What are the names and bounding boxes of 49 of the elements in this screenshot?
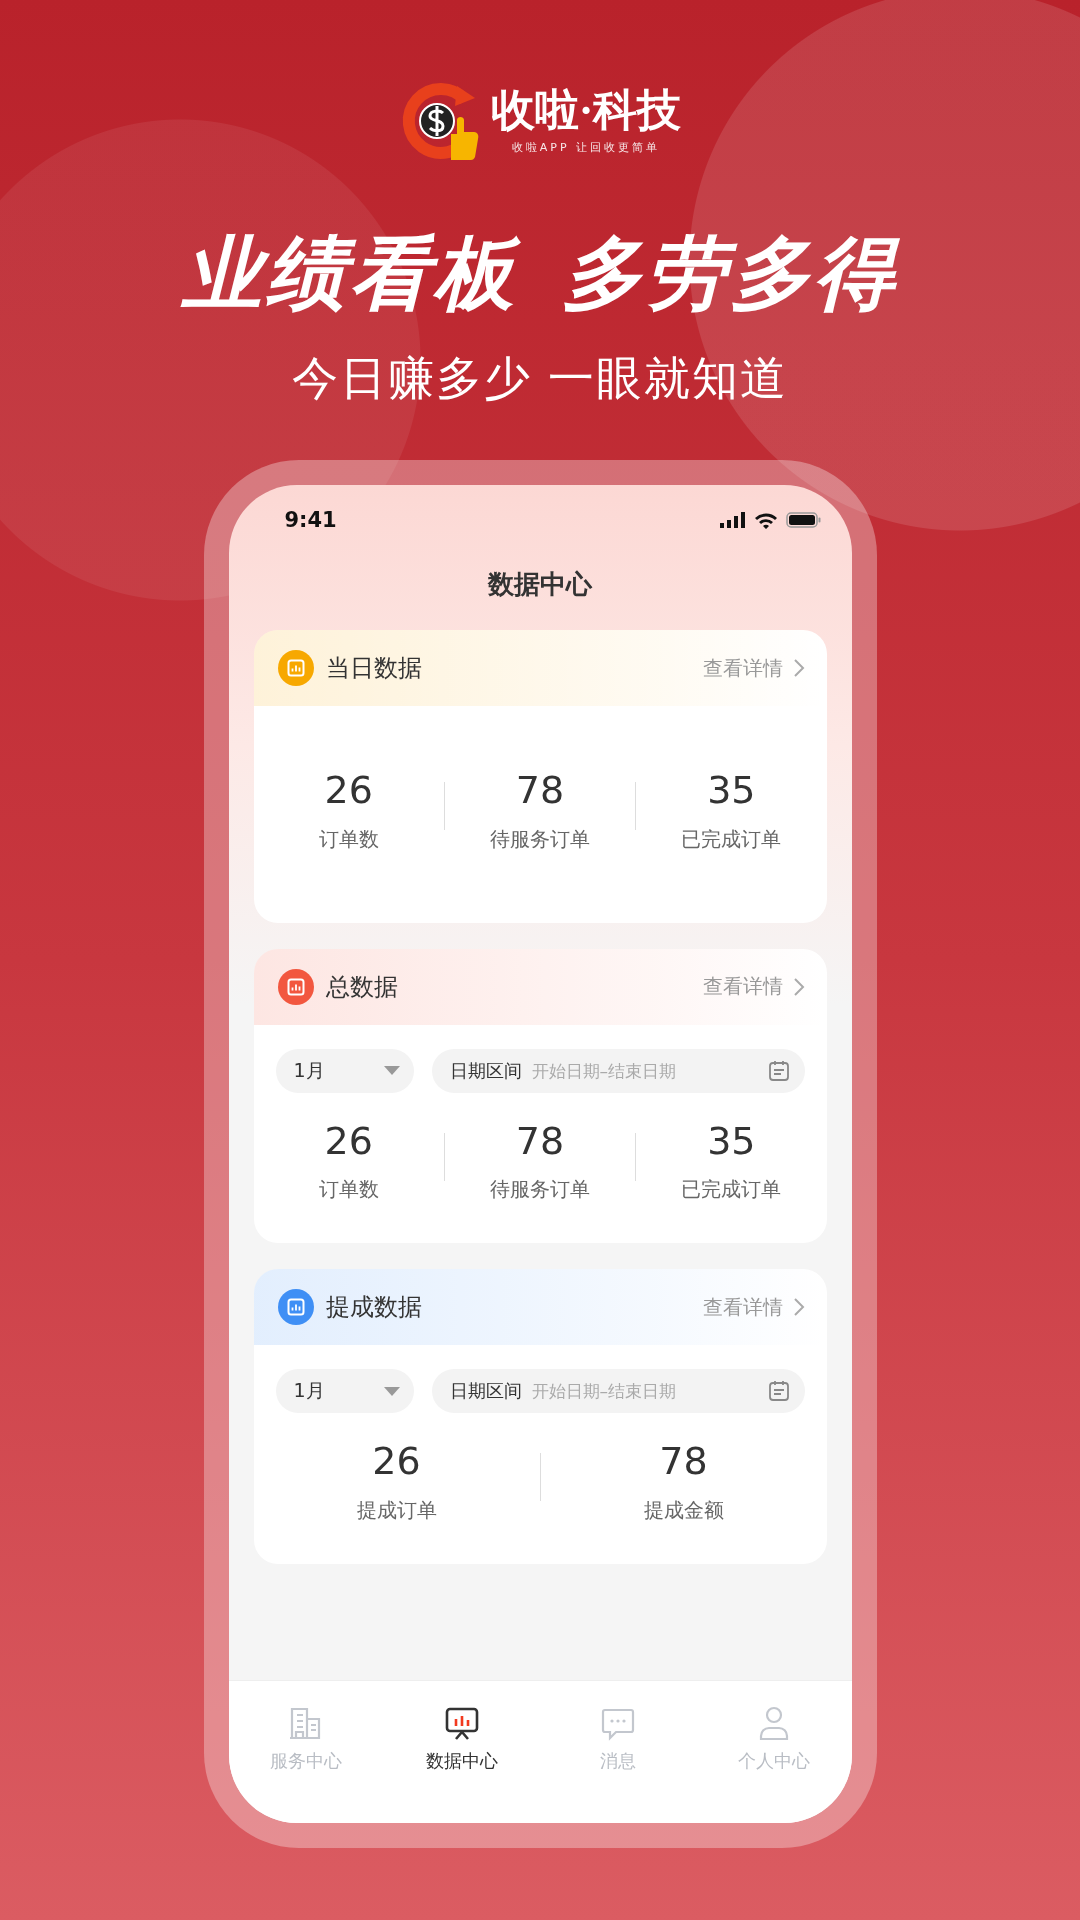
presentation-board-icon	[444, 1705, 481, 1741]
details-link[interactable]: 查看详情	[702, 654, 805, 682]
date-range-field[interactable]: 日期区间 开始日期–结束日期	[431, 1369, 805, 1414]
brand-name: 收啦·科技	[490, 87, 682, 136]
stat-label: 订单数	[318, 1176, 379, 1204]
nav-tab[interactable]: 个人中心	[695, 1695, 852, 1823]
nav-tab[interactable]: 数据中心	[384, 1695, 540, 1823]
stat-value: 35	[707, 768, 756, 814]
stat-value: 78	[515, 768, 565, 814]
month-dropdown[interactable]: 1月	[275, 1048, 414, 1093]
headline: 多劳多得	[562, 230, 898, 318]
chevron-right-icon	[792, 976, 805, 997]
stat-value: 35	[707, 1118, 756, 1165]
card-title: 总数据	[325, 971, 399, 1003]
calendar-icon	[766, 1058, 791, 1083]
subtitle: 今日赚多少 一眼就知道	[291, 350, 789, 407]
nav-tab[interactable]: 消息	[540, 1695, 696, 1823]
stat-label: 已完成订单	[681, 825, 782, 853]
caret-down-icon	[383, 1066, 400, 1076]
stat-value: 78	[515, 1118, 565, 1165]
stat-value: 78	[659, 1439, 708, 1485]
month-dropdown[interactable]: 1月	[275, 1369, 414, 1414]
status-time: 9:41	[284, 508, 337, 532]
stat-value: 26	[324, 1118, 373, 1165]
details-link[interactable]: 查看详情	[702, 973, 805, 1001]
stat-label: 提成订单	[356, 1496, 437, 1524]
wifi-icon	[753, 511, 778, 529]
nav-tab[interactable]: 服务中心	[228, 1695, 385, 1823]
card-title: 当日数据	[325, 653, 423, 684]
date-range-field[interactable]: 日期区间 开始日期–结束日期	[431, 1048, 805, 1093]
stat-value: 26	[324, 768, 373, 814]
stat-label: 订单数	[318, 825, 379, 853]
card-title: 提成数据	[325, 1292, 423, 1324]
stat-label: 已完成订单	[681, 1176, 782, 1204]
chevron-right-icon	[792, 658, 805, 678]
stat-label: 待服务订单	[490, 825, 590, 853]
brand-tagline: 收啦APP 让回收更简单	[511, 139, 661, 155]
chevron-right-icon	[792, 1297, 805, 1318]
signal-icon	[719, 512, 746, 528]
caret-down-icon	[383, 1386, 400, 1396]
calendar-icon	[766, 1379, 791, 1404]
stat-label: 提成金额	[643, 1496, 724, 1524]
details-link[interactable]: 查看详情	[702, 1293, 805, 1321]
page-title: 数据中心	[486, 568, 594, 601]
battery-icon	[785, 512, 822, 528]
stat-value: 26	[372, 1439, 421, 1485]
date-range-input[interactable]: 开始日期–结束日期	[531, 1381, 757, 1402]
date-range-input[interactable]: 开始日期–结束日期	[531, 1060, 757, 1081]
stat-label: 待服务订单	[490, 1176, 590, 1204]
